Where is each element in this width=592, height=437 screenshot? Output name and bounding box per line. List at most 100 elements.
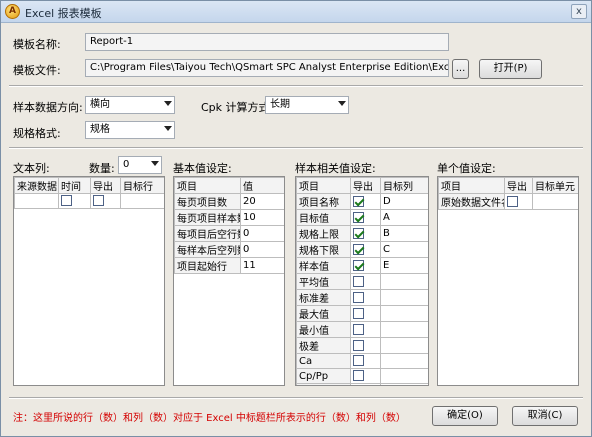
table-cell[interactable] [58, 193, 91, 209]
direction-dropdown[interactable]: 横向 [85, 96, 175, 114]
column-header: 项目 [296, 177, 351, 194]
export-checkbox[interactable] [93, 195, 104, 207]
export-checkbox[interactable] [353, 370, 364, 382]
target-cell-cell[interactable] [532, 193, 578, 210]
target-column-cell[interactable]: A [380, 209, 428, 226]
table-row[interactable]: 每项目后空行数 0 [174, 225, 284, 242]
table-row[interactable]: 规格下限 C [296, 241, 428, 258]
item-name-cell: 平均值 [296, 273, 351, 290]
value-cell[interactable]: 20 [240, 193, 284, 210]
cpk-method-dropdown[interactable]: 长期 [265, 96, 349, 114]
template-file-field[interactable]: C:\Program Files\Taiyou Tech\QSmart SPC … [85, 59, 449, 77]
target-column-cell[interactable]: B [380, 225, 428, 242]
export-checkbox[interactable] [353, 211, 364, 223]
export-checkbox[interactable] [353, 275, 364, 287]
target-column-cell[interactable] [380, 353, 428, 369]
template-name-label: 模板名称: [13, 38, 61, 51]
target-column-cell[interactable] [380, 337, 428, 354]
table-row[interactable]: Cp/Pp [296, 368, 428, 384]
export-checkbox[interactable] [353, 243, 364, 255]
table-row[interactable]: 项目名称 D [296, 193, 428, 210]
export-cell[interactable] [350, 273, 381, 290]
export-cell[interactable] [350, 209, 381, 226]
export-checkbox[interactable] [507, 195, 518, 207]
export-cell[interactable] [350, 225, 381, 242]
table-cell[interactable] [14, 193, 59, 209]
export-cell[interactable] [350, 257, 381, 274]
basic-values-grid[interactable]: 项目 值 每页项目数 20 每页项目样本数 10 每项目后空行数 0 每样本后空列数 0 项目起… [173, 176, 285, 386]
column-header: 项目 [174, 177, 241, 194]
item-name-cell: 样本值 [296, 257, 351, 274]
table-row[interactable]: 最大值 [296, 305, 428, 322]
table-row[interactable]: 每页项目样本数 10 [174, 209, 284, 226]
count-dropdown[interactable]: 0 [118, 156, 162, 174]
table-cell[interactable] [120, 193, 164, 209]
item-name-cell: Ca [296, 353, 351, 369]
target-column-cell[interactable] [380, 305, 428, 322]
export-cell[interactable] [350, 289, 381, 306]
table-cell[interactable] [90, 193, 121, 209]
close-button[interactable]: x [571, 4, 587, 19]
export-checkbox[interactable] [353, 323, 364, 335]
column-header: 导出 [504, 177, 533, 194]
export-checkbox[interactable] [353, 339, 364, 351]
target-column-cell[interactable] [380, 289, 428, 306]
target-column-cell[interactable] [380, 368, 428, 384]
export-cell[interactable] [350, 383, 381, 386]
target-column-cell[interactable] [380, 273, 428, 290]
export-cell[interactable] [350, 353, 381, 369]
table-row[interactable] [14, 193, 164, 209]
table-row[interactable]: 规格上限 B [296, 225, 428, 242]
table-row[interactable]: 极差 [296, 337, 428, 354]
table-row[interactable]: 每样本后空列数 0 [174, 241, 284, 258]
table-row[interactable]: 最小值 [296, 321, 428, 338]
export-checkbox[interactable] [353, 307, 364, 319]
export-cell[interactable] [350, 368, 381, 384]
target-column-cell[interactable]: D [380, 193, 428, 210]
value-cell[interactable]: 10 [240, 209, 284, 226]
table-row[interactable]: Cpk/Ppk O [296, 383, 428, 386]
export-cell[interactable] [350, 193, 381, 210]
export-checkbox[interactable] [353, 227, 364, 239]
export-checkbox[interactable] [353, 259, 364, 271]
report-template-dialog: A Excel 报表模板 x 模板名称: Report-1 模板文件: C:\P… [0, 0, 592, 437]
spec-format-dropdown[interactable]: 规格 [85, 121, 175, 139]
table-row[interactable]: 原始数据文件名 [438, 193, 578, 210]
export-checkbox[interactable] [353, 385, 364, 386]
target-column-cell[interactable]: O [380, 383, 428, 385]
table-header-row: 项目 导出 目标单元 [438, 177, 578, 194]
export-cell[interactable] [350, 337, 381, 354]
table-row[interactable]: 样本值 E [296, 257, 428, 274]
export-cell[interactable] [350, 241, 381, 258]
table-row[interactable]: Ca [296, 353, 428, 369]
export-checkbox[interactable] [353, 195, 364, 207]
item-name-cell: 规格上限 [296, 225, 351, 242]
export-cell[interactable] [350, 305, 381, 322]
table-row[interactable]: 平均值 [296, 273, 428, 290]
table-row[interactable]: 项目起始行 11 [174, 257, 284, 274]
sample-values-grid[interactable]: 项目 导出 目标列 项目名称 D 目标值 A 规格上限 B 规格下限 C 样本值 E 平均值 标准差最… [295, 176, 429, 386]
target-column-cell[interactable]: C [380, 241, 428, 258]
column-header: 导出 [90, 177, 121, 194]
browse-button[interactable]: ... [452, 59, 469, 79]
target-column-cell[interactable]: E [380, 257, 428, 274]
cancel-button[interactable]: 取消(C) [512, 406, 578, 426]
table-row[interactable]: 每页项目数 20 [174, 193, 284, 210]
target-column-cell[interactable] [380, 321, 428, 338]
table-row[interactable]: 标准差 [296, 289, 428, 306]
table-row[interactable]: 目标值 A [296, 209, 428, 226]
ok-button[interactable]: 确定(O) [432, 406, 498, 426]
export-checkbox[interactable] [353, 355, 364, 367]
export-cell[interactable] [350, 321, 381, 338]
value-cell[interactable]: 0 [240, 241, 284, 258]
open-button[interactable]: 打开(P) [479, 59, 542, 79]
export-checkbox[interactable] [353, 291, 364, 303]
value-cell[interactable]: 11 [240, 257, 284, 274]
window-title: Excel 报表模板 [25, 7, 102, 20]
time-checkbox[interactable] [61, 195, 72, 207]
value-cell[interactable]: 0 [240, 225, 284, 242]
export-cell[interactable] [504, 193, 533, 210]
template-name-field[interactable]: Report-1 [85, 33, 449, 51]
text-columns-grid[interactable]: 来源数据 时间 导出 目标行 [13, 176, 165, 386]
single-values-grid[interactable]: 项目 导出 目标单元 原始数据文件名 [437, 176, 579, 386]
